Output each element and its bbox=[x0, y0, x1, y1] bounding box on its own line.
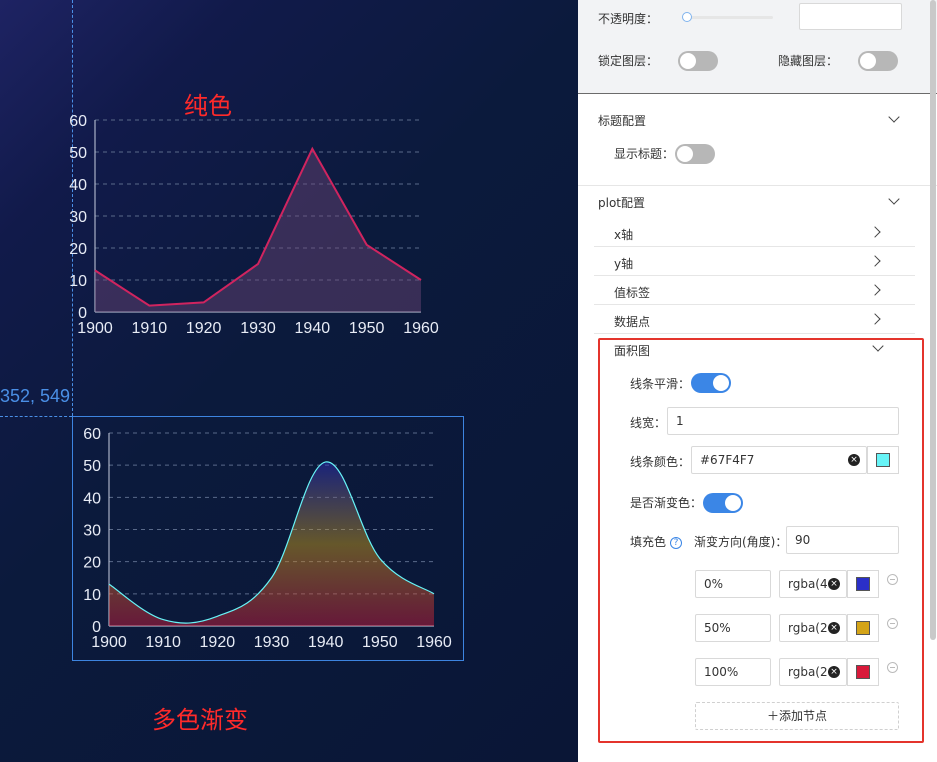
divider bbox=[578, 185, 937, 186]
line-width-label: 线宽： bbox=[630, 416, 667, 430]
opacity-label: 不透明度： bbox=[598, 12, 659, 26]
sub-item-label: 数据点 bbox=[614, 315, 651, 329]
x-tick-label: 1910 bbox=[132, 320, 168, 337]
clear-icon[interactable]: × bbox=[828, 622, 840, 634]
x-tick-label: 1900 bbox=[77, 320, 113, 337]
chevron-down-icon[interactable] bbox=[888, 193, 900, 205]
remove-stop-icon[interactable] bbox=[887, 618, 898, 629]
y-tick-label: 40 bbox=[69, 177, 87, 194]
clear-icon[interactable]: × bbox=[828, 578, 840, 590]
smooth-toggle[interactable] bbox=[691, 373, 731, 393]
color-swatch bbox=[856, 665, 870, 679]
x-tick-label: 1920 bbox=[186, 320, 222, 337]
toggle-knob bbox=[680, 53, 696, 69]
title-section-header[interactable]: 标题配置 bbox=[598, 112, 646, 129]
opacity-slider-track[interactable] bbox=[683, 16, 773, 19]
toggle-knob bbox=[725, 495, 741, 511]
sub-item-label: y轴 bbox=[614, 257, 634, 271]
line-color-input[interactable]: #67F4F7 bbox=[691, 446, 867, 474]
line-color-label: 线条颜色： bbox=[630, 455, 691, 469]
smooth-label: 线条平滑： bbox=[630, 377, 691, 391]
add-node-button[interactable]: ＋添加节点 bbox=[695, 702, 899, 730]
show-title-toggle[interactable] bbox=[675, 144, 715, 164]
stop-color-picker[interactable] bbox=[847, 614, 879, 642]
toggle-knob bbox=[713, 375, 729, 391]
toggle-knob bbox=[677, 146, 693, 162]
y-tick-label: 20 bbox=[69, 241, 87, 258]
clear-icon[interactable]: × bbox=[828, 666, 840, 678]
lock-layer-toggle[interactable] bbox=[678, 51, 718, 71]
color-swatch bbox=[856, 621, 870, 635]
hide-layer-label: 隐藏图层： bbox=[778, 54, 839, 68]
chevron-right-icon bbox=[869, 284, 881, 296]
x-tick-label: 1930 bbox=[240, 320, 276, 337]
hide-layer-toggle[interactable] bbox=[858, 51, 898, 71]
stop-color-picker[interactable] bbox=[847, 570, 879, 598]
remove-stop-icon[interactable] bbox=[887, 574, 898, 585]
sub-item-x-axis[interactable]: x轴 bbox=[594, 218, 915, 247]
stop-color-picker[interactable] bbox=[847, 658, 879, 686]
gradient-label: 是否渐变色： bbox=[630, 496, 703, 510]
line-width-input[interactable]: 1 bbox=[667, 407, 899, 435]
toggle-knob bbox=[860, 53, 876, 69]
sub-item-data-point[interactable]: 数据点 bbox=[594, 305, 915, 334]
opacity-input[interactable] bbox=[799, 3, 902, 30]
scrollbar[interactable] bbox=[930, 0, 936, 640]
color-swatch bbox=[876, 453, 890, 467]
x-tick-label: 1940 bbox=[295, 320, 331, 337]
area-section-header[interactable]: 面积图 bbox=[614, 342, 650, 359]
chevron-right-icon bbox=[869, 255, 881, 267]
chevron-right-icon bbox=[869, 226, 881, 238]
chart-canvas[interactable]: 352, 549 纯色 多色渐变 0 10 20 30 40 50 60 1900 1910 19… bbox=[0, 0, 578, 762]
stop-offset-input[interactable]: 50% bbox=[695, 614, 771, 642]
remove-stop-icon[interactable] bbox=[887, 662, 898, 673]
chevron-right-icon bbox=[869, 313, 881, 325]
chevron-down-icon[interactable] bbox=[888, 111, 900, 123]
gradient-toggle[interactable] bbox=[703, 493, 743, 513]
config-panel: 不透明度： 锁定图层： 隐藏图层： 标题配置 显示标题： plot配置 x轴 y… bbox=[578, 0, 937, 762]
color-swatch bbox=[856, 577, 870, 591]
stop-offset-input[interactable]: 0% bbox=[695, 570, 771, 598]
layer-settings: 不透明度： 锁定图层： 隐藏图层： bbox=[578, 0, 937, 94]
x-tick-label: 1960 bbox=[403, 320, 439, 337]
direction-label: 渐变方向(角度)： bbox=[694, 535, 788, 549]
selected-chart-frame[interactable] bbox=[72, 416, 464, 661]
clear-icon[interactable]: × bbox=[848, 454, 860, 466]
x-tick-label: 1950 bbox=[349, 320, 385, 337]
direction-input[interactable]: 90 bbox=[786, 526, 899, 554]
plot-section-header[interactable]: plot配置 bbox=[598, 194, 645, 211]
sub-item-label: x轴 bbox=[614, 228, 634, 242]
stop-offset-input[interactable]: 100% bbox=[695, 658, 771, 686]
lock-layer-label: 锁定图层： bbox=[598, 54, 659, 68]
y-tick-label: 60 bbox=[69, 113, 87, 130]
sub-item-y-axis[interactable]: y轴 bbox=[594, 247, 915, 276]
fill-label-text: 填充色 bbox=[630, 535, 667, 549]
opacity-slider-handle[interactable] bbox=[682, 12, 692, 22]
fill-label: 填充色? bbox=[630, 533, 683, 550]
y-tick-label: 30 bbox=[69, 209, 87, 226]
sub-item-value-label[interactable]: 值标签 bbox=[594, 276, 915, 305]
y-tick-label: 10 bbox=[69, 273, 87, 290]
show-title-label: 显示标题： bbox=[614, 147, 675, 161]
line-color-picker[interactable] bbox=[867, 446, 899, 474]
y-tick-label: 50 bbox=[69, 145, 87, 162]
area-fill bbox=[95, 148, 421, 312]
help-icon[interactable]: ? bbox=[670, 536, 683, 549]
sub-item-label: 值标签 bbox=[614, 286, 651, 300]
